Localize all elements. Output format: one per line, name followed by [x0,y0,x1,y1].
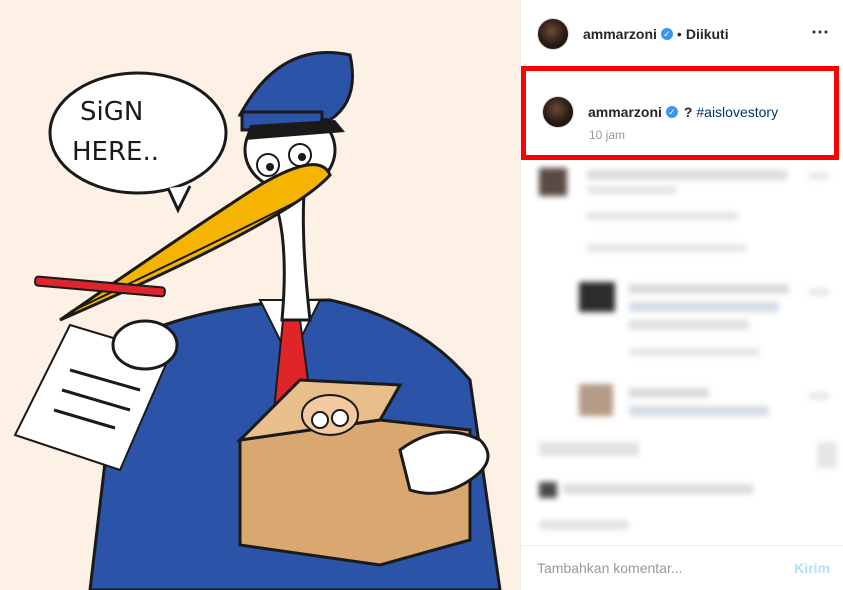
separator-dot: • [676,26,682,42]
comment-input[interactable] [537,560,777,576]
caption-text: ? #aislovestory [684,104,778,120]
caption-highlight: ammarzoni ✓ ? #aislovestory 10 jam [521,66,839,160]
header-username[interactable]: ammarzoni [583,26,657,42]
blurred-comments-graphic [539,168,837,530]
caption-username[interactable]: ammarzoni [588,104,662,120]
post-header: ammarzoni ✓ • Diikuti ⋯ [521,0,843,68]
caption-row: ammarzoni ✓ ? #aislovestory [542,96,778,128]
hashtag-link[interactable]: #aislovestory [696,104,778,120]
more-options-icon[interactable]: ⋯ [811,22,830,43]
comment-bar: Kirim [521,545,843,590]
post-timestamp[interactable]: 10 jam [589,128,625,142]
stork-cartoon-illustration: SiGN HERE.. [0,0,520,590]
speech-text-line1: SiGN [80,97,143,127]
avatar[interactable] [537,18,569,50]
speech-text-line2: HERE.. [72,137,159,167]
follow-button[interactable]: Diikuti [686,26,729,42]
post-sidebar: ammarzoni ✓ • Diikuti ⋯ ammarzoni ✓ ? #a… [520,0,843,590]
verified-badge-icon: ✓ [660,28,673,40]
caption-mark: ? [683,104,693,120]
caption-avatar[interactable] [542,96,574,128]
blurred-comments [521,160,843,540]
verified-badge-icon: ✓ [665,106,678,118]
post-comment-button[interactable]: Kirim [794,560,830,576]
post-image[interactable]: SiGN HERE.. [0,0,520,590]
